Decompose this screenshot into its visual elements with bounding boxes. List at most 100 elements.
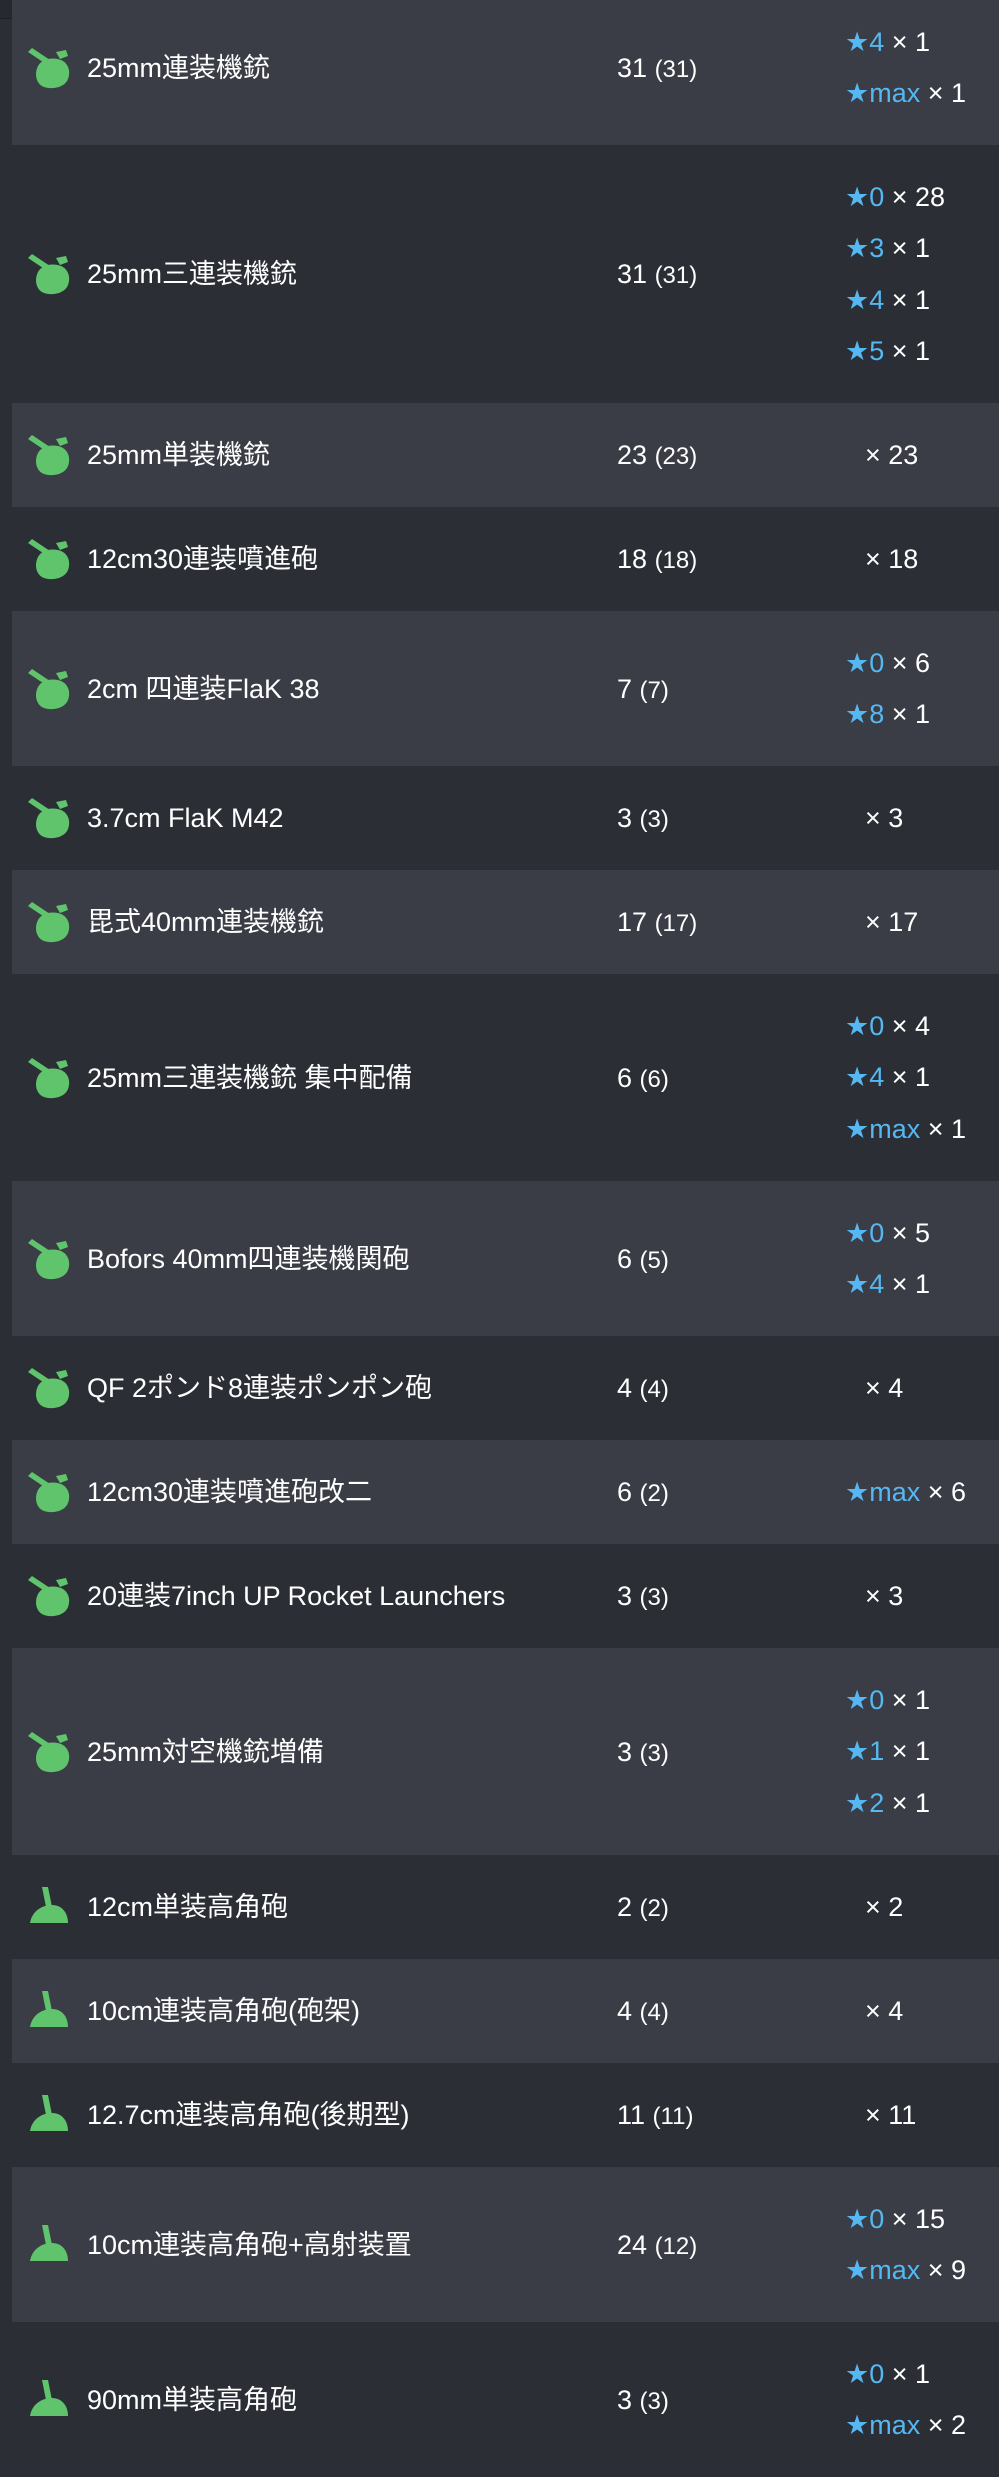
count-total: 6 xyxy=(617,1477,633,1507)
count-total: 18 xyxy=(617,544,648,574)
count-available: (2) xyxy=(639,1480,669,1507)
improvement-line: × 18 xyxy=(865,544,918,574)
improvement-count: × 3 xyxy=(865,1580,904,1611)
improvement-line: ★0 × 1 xyxy=(845,1685,930,1715)
improvement-count: × 15 xyxy=(891,2203,946,2234)
count-available: (11) xyxy=(652,2103,694,2130)
improvement-count: × 1 xyxy=(891,1736,931,1767)
aa-gun-icon xyxy=(26,1235,74,1283)
count-available: (3) xyxy=(639,1584,669,1611)
improvement-list: ★max × 6 xyxy=(845,1440,999,1544)
equipment-row[interactable]: 90mm単装高角砲 3 (3) ★0 × 1 ★max × 2 xyxy=(12,2322,999,2477)
improvement-count: × 9 xyxy=(927,2255,967,2286)
equipment-row[interactable]: 10cm連装高角砲+高射装置 24 (12) ★0 × 15 ★max × 9 xyxy=(12,2167,999,2322)
equipment-row[interactable]: 毘式40mm連装機銃 17 (17) × 17 xyxy=(12,870,999,974)
improvement-count: × 1 xyxy=(927,78,967,109)
equipment-name: 90mm単装高角砲 xyxy=(87,2384,298,2415)
improvement-line: × 17 xyxy=(865,907,918,937)
equipment-row[interactable]: 25mm連装機銃 31 (31) ★4 × 1 ★max × 1 xyxy=(12,0,999,145)
count-total: 7 xyxy=(617,673,633,704)
count-total: 3 xyxy=(617,1736,633,1767)
aa-gun-icon xyxy=(26,250,74,298)
equipment-row[interactable]: 3.7cm FlaK M42 3 (3) × 3 xyxy=(12,766,999,870)
star-level: ★max xyxy=(845,78,921,109)
improvement-count: × 6 xyxy=(891,647,931,678)
improvement-list: × 2 xyxy=(845,1855,999,1959)
equipment-row[interactable]: 12cm30連装噴進砲改二 6 (2) ★max × 6 xyxy=(12,1440,999,1544)
equipment-row[interactable]: 12.7cm連装高角砲(後期型) 11 (11) × 11 xyxy=(12,2063,999,2167)
improvement-line: ★4 × 1 xyxy=(845,27,930,57)
count-available: (31) xyxy=(654,55,698,83)
equipment-row[interactable]: 25mm三連装機銃 31 (31) ★0 × 28 ★3 × 1 ★4 × 1 ★5 × … xyxy=(12,145,999,403)
aa-gun-icon xyxy=(26,1468,74,1516)
equipment-row[interactable]: QF 2ポンド8連装ポンポン砲 4 (4) × 4 xyxy=(12,1336,999,1440)
equipment-row[interactable]: 12cm30連装噴進砲 18 (18) × 18 xyxy=(12,507,999,611)
equipment-row[interactable]: 20連装7inch UP Rocket Launchers 3 (3) × 3 xyxy=(12,1544,999,1648)
aa-gun-icon xyxy=(26,794,74,842)
improvement-line: × 3 xyxy=(865,803,903,833)
improvement-list: ★0 × 5 ★4 × 1 xyxy=(845,1181,999,1336)
count-total: 23 xyxy=(617,440,648,470)
count-available: (4) xyxy=(639,1376,669,1403)
improvement-list: ★4 × 1 ★max × 1 xyxy=(845,0,999,145)
improvement-count: × 2 xyxy=(865,1891,904,1922)
equipment-list: 25mm連装機銃 31 (31) ★4 × 1 ★max × 1 25mm三連装機銃 31… xyxy=(12,0,999,2477)
star-level: ★max xyxy=(845,2410,921,2441)
count-available: (18) xyxy=(654,547,698,574)
equipment-count: 7 (7) xyxy=(617,674,669,706)
improvement-count: × 1 xyxy=(891,1684,931,1715)
count-available: (6) xyxy=(639,1065,669,1093)
improvement-line: ★0 × 1 xyxy=(845,2359,930,2389)
improvement-line: × 23 xyxy=(865,440,918,470)
count-available: (3) xyxy=(639,2387,669,2415)
improvement-line: × 11 xyxy=(865,2100,916,2130)
equipment-count: 23 (23) xyxy=(617,440,697,472)
star-level: ★max xyxy=(845,1113,921,1144)
improvement-list: × 11 xyxy=(845,2063,999,2167)
improvement-count: × 2 xyxy=(927,2410,967,2441)
improvement-line: × 2 xyxy=(865,1892,903,1922)
equipment-row[interactable]: 25mm三連装機銃 集中配備 6 (6) ★0 × 4 ★4 × 1 ★max × 1 xyxy=(12,974,999,1181)
equipment-row[interactable]: 25mm対空機銃増備 3 (3) ★0 × 1 ★1 × 1 ★2 × 1 xyxy=(12,1648,999,1855)
equipment-row[interactable]: 12cm単装高角砲 2 (2) × 2 xyxy=(12,1855,999,1959)
aa-gun-icon xyxy=(26,1728,74,1776)
equipment-count: 3 (3) xyxy=(617,1581,669,1613)
improvement-list: × 3 xyxy=(845,766,999,870)
equipment-count: 4 (4) xyxy=(617,1373,669,1405)
star-level: ★0 xyxy=(845,1217,885,1248)
equipment-row[interactable]: 10cm連装高角砲(砲架) 4 (4) × 4 xyxy=(12,1959,999,2063)
improvement-count: × 1 xyxy=(891,2358,931,2389)
equipment-row[interactable]: Bofors 40mm四連装機関砲 6 (5) ★0 × 5 ★4 × 1 xyxy=(12,1181,999,1336)
improvement-line: × 4 xyxy=(865,1373,903,1403)
improvement-line: ★max × 1 xyxy=(845,78,966,108)
count-available: (2) xyxy=(639,1895,669,1922)
star-level: ★0 xyxy=(845,2358,885,2389)
star-level: ★5 xyxy=(845,336,885,367)
count-total: 4 xyxy=(617,1373,633,1403)
improvement-list: ★0 × 1 ★max × 2 xyxy=(845,2322,999,2477)
improvement-count: × 1 xyxy=(927,1113,967,1144)
improvement-count: × 17 xyxy=(865,906,919,937)
improvement-line: ★1 × 1 xyxy=(845,1736,930,1766)
equipment-row[interactable]: 2cm 四連装FlaK 38 7 (7) ★0 × 6 ★8 × 1 xyxy=(12,611,999,766)
aa-gun-icon xyxy=(26,665,74,713)
improvement-list: × 23 xyxy=(845,403,999,507)
star-level: ★0 xyxy=(845,1010,885,1041)
star-level: ★max xyxy=(845,1476,921,1507)
count-total: 17 xyxy=(617,907,648,937)
star-level: ★4 xyxy=(845,1269,885,1300)
equipment-count: 2 (2) xyxy=(617,1892,669,1924)
ha-gun-icon xyxy=(26,1987,74,2035)
equipment-count: 24 (12) xyxy=(617,2230,697,2262)
equipment-row[interactable]: 25mm単装機銃 23 (23) × 23 xyxy=(12,403,999,507)
aa-gun-icon xyxy=(26,1572,74,1620)
equipment-count: 6 (5) xyxy=(617,1244,669,1276)
equipment-count: 18 (18) xyxy=(617,544,697,576)
equipment-name: 12.7cm連装高角砲(後期型) xyxy=(87,2100,410,2130)
improvement-line: ★5 × 1 xyxy=(845,336,930,366)
improvement-list: ★0 × 28 ★3 × 1 ★4 × 1 ★5 × 1 xyxy=(845,145,999,403)
equipment-name: 25mm三連装機銃 xyxy=(87,259,298,289)
count-total: 3 xyxy=(617,2384,633,2415)
count-total: 24 xyxy=(617,2229,648,2260)
equipment-count: 31 (31) xyxy=(617,53,697,85)
